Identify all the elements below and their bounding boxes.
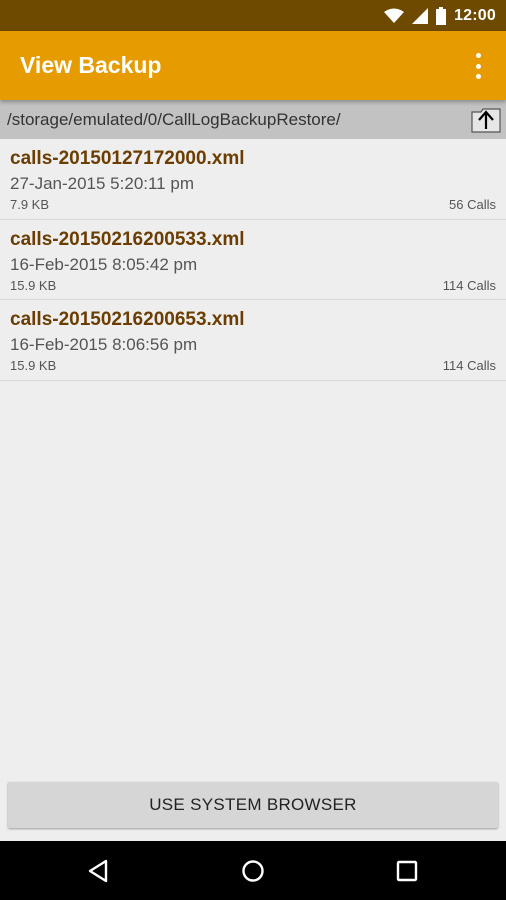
cell-signal-icon	[412, 7, 429, 24]
back-icon[interactable]	[84, 856, 114, 886]
home-icon[interactable]	[238, 856, 268, 886]
call-count: 114 Calls	[442, 358, 496, 373]
list-item[interactable]: calls-20150216200533.xml 16-Feb-2015 8:0…	[0, 220, 506, 300]
folder-up-icon[interactable]	[470, 105, 502, 135]
file-date: 27-Jan-2015 5:20:11 pm	[10, 174, 194, 193]
status-time: 12:00	[454, 6, 496, 24]
list-item[interactable]: calls-20150127172000.xml 27-Jan-2015 5:2…	[0, 139, 506, 220]
use-system-browser-button[interactable]: USE SYSTEM BROWSER	[8, 782, 498, 828]
status-bar: 12:00	[0, 0, 506, 31]
file-name: calls-20150216200533.xml	[10, 228, 245, 250]
wifi-icon	[384, 8, 405, 24]
file-date: 16-Feb-2015 8:05:42 pm	[10, 254, 198, 274]
file-name: calls-20150216200653.xml	[10, 309, 245, 330]
list-item[interactable]: calls-20150216200653.xml 16-Feb-2015 8:0…	[0, 300, 506, 381]
file-size: 7.9 KB	[10, 197, 50, 212]
path-bar: /storage/emulated/0/CallLogBackupRestore…	[0, 100, 506, 139]
page-title: View Backup	[20, 52, 162, 78]
file-size: 15.9 KB	[10, 277, 57, 293]
current-path: /storage/emulated/0/CallLogBackupRestore…	[7, 109, 341, 129]
file-date: 16-Feb-2015 8:06:56 pm	[10, 335, 198, 354]
call-count: 114 Calls	[442, 277, 496, 293]
file-list: calls-20150127172000.xml 27-Jan-2015 5:2…	[0, 139, 506, 381]
call-count: 56 Calls	[449, 197, 496, 212]
more-vert-icon[interactable]	[468, 53, 488, 79]
battery-icon	[436, 6, 447, 25]
navigation-bar	[0, 841, 506, 900]
file-size: 15.9 KB	[10, 358, 57, 373]
app-bar: View Backup	[0, 31, 506, 100]
recents-icon[interactable]	[392, 856, 422, 886]
file-name: calls-20150127172000.xml	[10, 148, 245, 169]
